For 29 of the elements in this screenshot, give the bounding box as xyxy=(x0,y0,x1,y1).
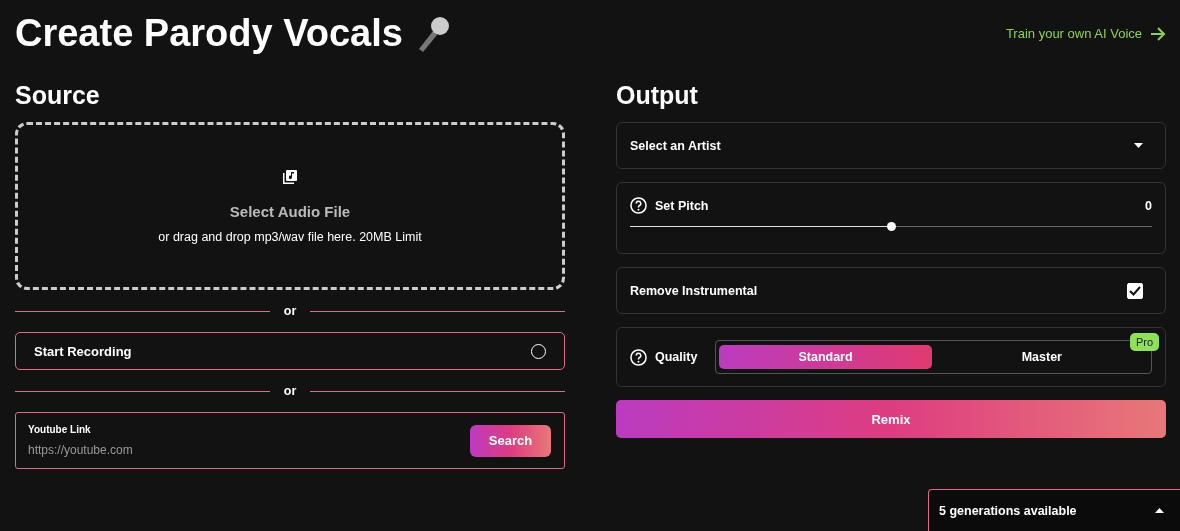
youtube-link-field[interactable]: https://youtube.com xyxy=(28,443,470,457)
help-icon xyxy=(630,348,647,366)
checkbox[interactable] xyxy=(1127,282,1143,299)
dropzone-hint: or drag and drop mp3/wav file here. 20MB Limit xyxy=(158,229,422,244)
generations-dropdown[interactable]: 5 generations available xyxy=(928,489,1180,531)
caret-icon xyxy=(1155,508,1164,513)
divider-label: or xyxy=(283,384,297,398)
search-button[interactable]: Search xyxy=(470,424,551,457)
pitch-reading: 0 xyxy=(1145,198,1152,213)
section-heading: Source xyxy=(15,81,101,110)
dropzone-title: Select Audio File xyxy=(229,202,351,220)
remix-button[interactable]: Remix xyxy=(616,400,1166,438)
quality-label: Quality xyxy=(655,350,698,364)
page-title: Create Parody Vocals xyxy=(15,12,403,55)
divider-label: or xyxy=(283,304,297,318)
caret-icon xyxy=(1134,143,1143,148)
remove-instrumental-row[interactable]: Remove Instrumental xyxy=(616,267,1166,314)
train-voice-link[interactable]: Train your own AI Voice xyxy=(1005,26,1166,41)
start-recording-button[interactable]: Start Recording xyxy=(15,332,565,370)
file-dropzone[interactable]: Select Audio File or drag and drop mp3/wav file here. 20MB Limit xyxy=(15,122,565,290)
help-icon xyxy=(630,197,647,214)
music-file-icon xyxy=(282,168,298,185)
field-label: Youtube Link xyxy=(28,424,92,435)
pitch-label: Set Pitch xyxy=(655,198,709,213)
artist-select[interactable]: Select an Artist xyxy=(616,122,1166,169)
section-heading: Output xyxy=(616,81,699,110)
pro-badge: Pro xyxy=(1129,333,1159,351)
quality-option[interactable]: Standard xyxy=(719,345,932,369)
arrow-right-icon xyxy=(1150,26,1166,41)
